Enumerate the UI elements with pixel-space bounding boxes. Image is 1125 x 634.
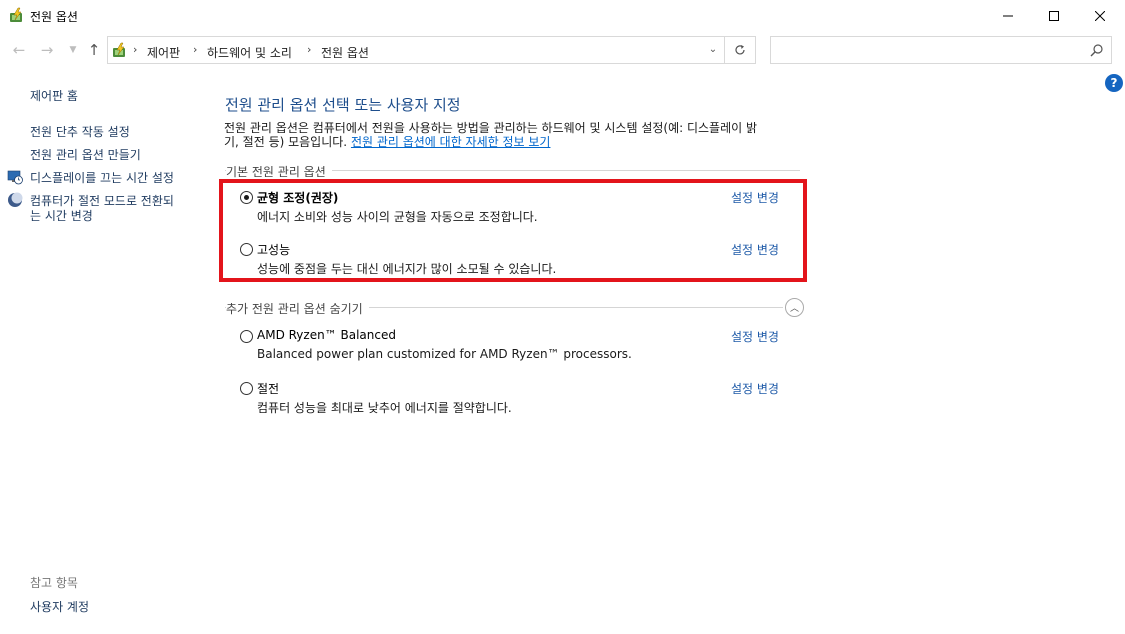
help-button[interactable]: ?	[1105, 74, 1123, 92]
address-bar[interactable]: › 제어판 › 하드웨어 및 소리 › 전원 옵션 ⌄	[107, 36, 725, 64]
up-button[interactable]: ↑	[84, 40, 104, 60]
breadcrumb-separator-icon: ›	[133, 43, 138, 56]
plan-name-power-saver[interactable]: 절전	[257, 380, 279, 397]
breadcrumb-power-options[interactable]: 전원 옵션	[321, 44, 369, 61]
plan-desc-high-performance: 성능에 중점을 두는 대신 에너지가 많이 소모될 수 있습니다.	[257, 262, 557, 276]
plan-name-high-performance[interactable]: 고성능	[257, 241, 290, 258]
back-arrow-icon: ←	[12, 41, 26, 59]
see-also-heading: 참고 항목	[30, 576, 78, 590]
search-input[interactable]	[777, 41, 1077, 59]
chevron-up-icon: ︿	[789, 304, 799, 314]
minimize-button[interactable]	[985, 0, 1031, 31]
breadcrumb-hardware-sound[interactable]: 하드웨어 및 소리	[207, 44, 292, 61]
power-options-icon	[113, 42, 125, 57]
plan-radio-power-saver[interactable]	[240, 382, 253, 395]
window-title: 전원 옵션	[30, 10, 78, 24]
change-settings-link-high-performance[interactable]: 설정 변경	[731, 241, 779, 258]
sidebar-link-sleep-time-line2[interactable]: 는 시간 변경	[30, 207, 93, 224]
search-box[interactable]	[770, 36, 1112, 64]
breadcrumb-control-panel[interactable]: 제어판	[147, 44, 180, 61]
sidebar-link-user-accounts[interactable]: 사용자 계정	[30, 598, 89, 615]
sidebar-link-power-button[interactable]: 전원 단추 작동 설정	[30, 123, 130, 140]
change-settings-link-power-saver[interactable]: 설정 변경	[731, 380, 779, 397]
collapse-button[interactable]: ︿	[785, 298, 804, 317]
description-line-1: 전원 관리 옵션은 컴퓨터에서 전원을 사용하는 방법을 관리하는 하드웨어 및…	[224, 121, 758, 135]
preferred-plans-label: 기본 전원 관리 옵션	[226, 163, 332, 180]
search-icon[interactable]	[1089, 43, 1105, 59]
maximize-button[interactable]	[1031, 0, 1077, 31]
sidebar-link-display-off[interactable]: 디스플레이를 끄는 시간 설정	[30, 169, 174, 186]
plan-desc-amd-balanced: Balanced power plan customized for AMD R…	[257, 347, 632, 361]
power-options-icon	[10, 7, 22, 22]
forward-arrow-icon: →	[40, 41, 54, 59]
plan-desc-power-saver: 컴퓨터 성능을 최대로 낮추어 에너지를 절약합니다.	[257, 401, 512, 415]
description-line-2: 기, 절전 등) 모음입니다. 전원 관리 옵션에 대한 자세한 정보 보기	[224, 135, 804, 149]
page-description: 전원 관리 옵션은 컴퓨터에서 전원을 사용하는 방법을 관리하는 하드웨어 및…	[224, 121, 804, 149]
plan-radio-high-performance[interactable]	[240, 243, 253, 256]
sidebar-link-create-plan[interactable]: 전원 관리 옵션 만들기	[30, 146, 141, 163]
refresh-button[interactable]	[725, 36, 756, 64]
maximize-icon	[1049, 10, 1059, 21]
minimize-icon	[1003, 15, 1013, 16]
navigation-bar: ← → ▼ ↑ › 제어판 › 하드웨어 및 소리 › 전원 옵션 ⌄	[0, 32, 1125, 68]
title-bar: 전원 옵션	[0, 0, 1125, 32]
help-icon: ?	[1110, 76, 1118, 90]
sidebar-home-link[interactable]: 제어판 홈	[30, 87, 78, 104]
close-icon	[1095, 10, 1105, 21]
plan-radio-balanced[interactable]	[240, 191, 253, 204]
additional-plans-toggle-label[interactable]: 추가 전원 관리 옵션 숨기기	[226, 300, 369, 317]
plan-desc-balanced: 에너지 소비와 성능 사이의 균형을 자동으로 조정합니다.	[257, 210, 538, 224]
plan-name-amd-balanced[interactable]: AMD Ryzen™ Balanced	[257, 328, 396, 342]
change-settings-link-balanced[interactable]: 설정 변경	[731, 189, 779, 206]
change-settings-link-amd-balanced[interactable]: 설정 변경	[731, 328, 779, 345]
breadcrumb-separator-icon: ›	[193, 43, 198, 56]
chevron-down-icon: ▼	[69, 45, 77, 55]
plan-radio-amd-balanced[interactable]	[240, 330, 253, 343]
sleep-moon-icon	[8, 192, 23, 207]
up-arrow-icon: ↑	[87, 41, 101, 59]
address-dropdown-icon[interactable]: ⌄	[706, 44, 720, 58]
page-title: 전원 관리 옵션 선택 또는 사용자 지정	[225, 96, 461, 114]
more-info-link[interactable]: 전원 관리 옵션에 대한 자세한 정보 보기	[351, 135, 551, 149]
display-clock-icon	[7, 170, 23, 185]
description-text: 기, 절전 등) 모음입니다.	[224, 135, 351, 149]
breadcrumb-separator-icon: ›	[307, 43, 312, 56]
forward-button[interactable]: →	[37, 40, 57, 60]
close-button[interactable]	[1077, 0, 1123, 31]
refresh-icon	[735, 45, 745, 55]
back-button[interactable]: ←	[9, 40, 29, 60]
plan-name-balanced[interactable]: 균형 조정(권장)	[257, 189, 338, 206]
recent-locations-button[interactable]: ▼	[63, 40, 83, 60]
